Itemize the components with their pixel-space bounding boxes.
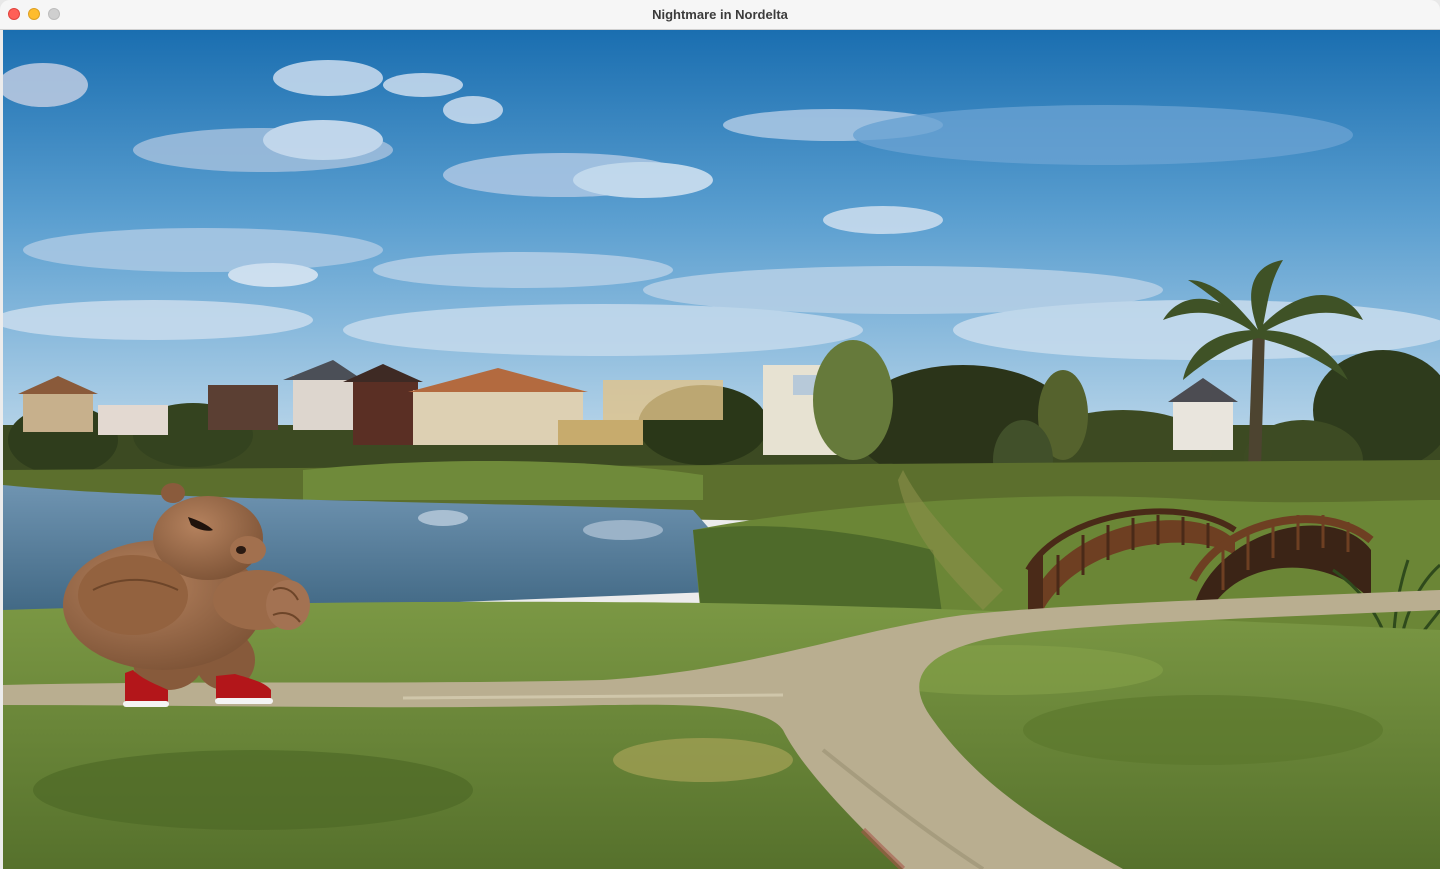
snout	[230, 536, 266, 564]
fist	[266, 580, 310, 630]
game-canvas[interactable]	[3, 30, 1440, 869]
nose	[236, 546, 246, 554]
game-window: Nightmare in Nordelta	[0, 0, 1440, 869]
title-bar[interactable]: Nightmare in Nordelta	[0, 0, 1440, 30]
window-title: Nightmare in Nordelta	[652, 7, 788, 22]
ear	[161, 483, 185, 503]
left-arm	[78, 555, 188, 635]
